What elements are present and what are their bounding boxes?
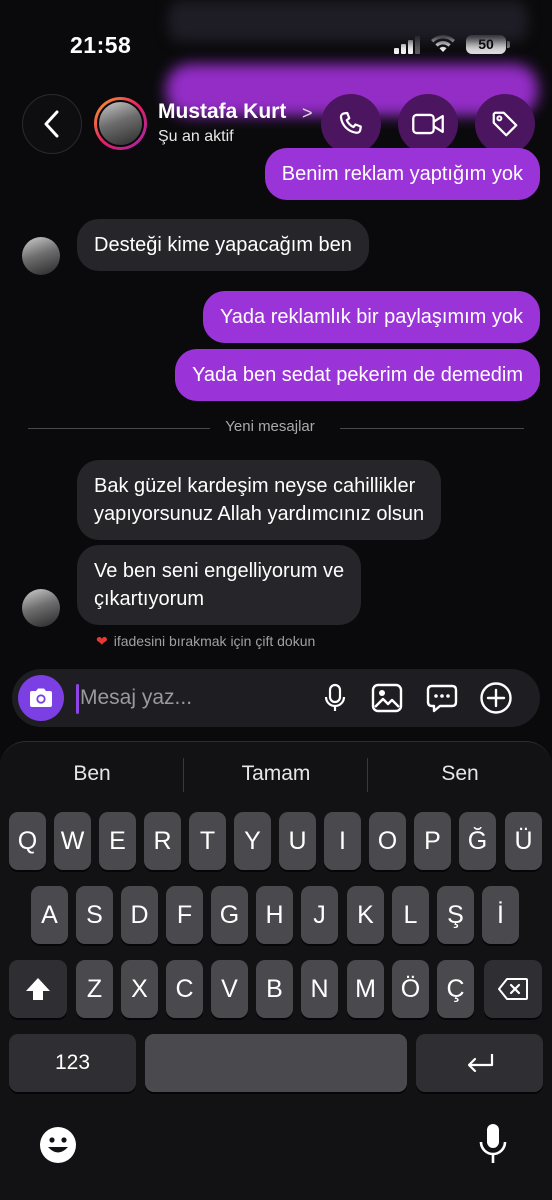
- heart-icon: ❤: [96, 633, 108, 649]
- microphone-icon: [479, 1124, 507, 1163]
- message-incoming[interactable]: Ve ben seni engelliyorum ve çıkartıyorum: [77, 545, 362, 625]
- key[interactable]: J: [301, 886, 338, 944]
- video-call-button[interactable]: [398, 94, 458, 154]
- key[interactable]: Ü: [505, 812, 542, 870]
- key[interactable]: P: [414, 812, 451, 870]
- key[interactable]: K: [347, 886, 384, 944]
- space-key[interactable]: [145, 1034, 407, 1092]
- status-time: 21:58: [70, 32, 132, 58]
- key[interactable]: Ğ: [459, 812, 496, 870]
- divider-line-left: [28, 428, 210, 429]
- suggestion-2[interactable]: Tamam: [196, 762, 356, 786]
- key[interactable]: D: [121, 886, 158, 944]
- reaction-hint: ❤ ifadesini bırakmak için çift dokun: [96, 633, 315, 650]
- blurred-previous-content: [168, 0, 528, 42]
- return-key[interactable]: [416, 1034, 543, 1092]
- contact-avatar[interactable]: [94, 97, 147, 150]
- key[interactable]: Q: [9, 812, 46, 870]
- chevron-right-icon: >: [302, 103, 313, 123]
- key[interactable]: R: [144, 812, 181, 870]
- message-outgoing[interactable]: Yada ben sedat pekerim de demedim: [175, 349, 540, 401]
- key[interactable]: M: [347, 960, 384, 1018]
- key[interactable]: Y: [234, 812, 271, 870]
- delete-key[interactable]: [484, 960, 542, 1018]
- key[interactable]: İ: [482, 886, 519, 944]
- shift-key[interactable]: [9, 960, 67, 1018]
- key[interactable]: Ç: [437, 960, 474, 1018]
- microphone-icon: [324, 683, 346, 711]
- sender-avatar[interactable]: [22, 237, 60, 275]
- sticker-button[interactable]: [424, 680, 460, 716]
- chat-bubble-icon: [426, 684, 458, 713]
- key[interactable]: V: [211, 960, 248, 1018]
- message-incoming[interactable]: Desteği kime yapacağım ben: [77, 219, 369, 271]
- text-cursor: [76, 684, 79, 714]
- key[interactable]: U: [279, 812, 316, 870]
- contact-status: Şu an aktif: [158, 128, 234, 145]
- suggestion-separator: [367, 758, 368, 792]
- camera-icon: [30, 688, 52, 707]
- new-messages-divider: Yeni mesajlar: [225, 418, 315, 435]
- key[interactable]: N: [301, 960, 338, 1018]
- phone-icon: [339, 111, 362, 134]
- suggestion-3[interactable]: Sen: [380, 762, 540, 786]
- key[interactable]: T: [189, 812, 226, 870]
- back-button[interactable]: [22, 94, 82, 154]
- microphone-button[interactable]: [317, 680, 353, 716]
- key[interactable]: Ö: [392, 960, 429, 1018]
- message-outgoing[interactable]: Benim reklam yaptığım yok: [264, 148, 540, 200]
- message-line: çıkartıyorum: [94, 588, 205, 610]
- tag-button[interactable]: [475, 94, 535, 154]
- contact-name[interactable]: Mustafa Kurt: [158, 100, 286, 124]
- message-line: Ve ben seni engelliyorum ve: [94, 560, 345, 582]
- suggestion-1[interactable]: Ben: [12, 762, 172, 786]
- key[interactable]: I: [324, 812, 361, 870]
- suggestion-separator: [183, 758, 184, 792]
- key[interactable]: B: [256, 960, 293, 1018]
- image-icon: [371, 683, 403, 713]
- reaction-hint-text: ifadesini bırakmak için çift dokun: [113, 633, 316, 649]
- message-line: yapıyorsunuz Allah yardımcınız olsun: [94, 503, 425, 525]
- key[interactable]: A: [31, 886, 68, 944]
- return-icon: [467, 1054, 493, 1073]
- add-button[interactable]: [478, 680, 514, 716]
- message-incoming[interactable]: Bak güzel kardeşim neyse cahillikler yap…: [77, 460, 442, 540]
- sender-avatar[interactable]: [22, 589, 60, 627]
- emoji-icon: [40, 1127, 76, 1163]
- key[interactable]: S: [76, 886, 113, 944]
- key[interactable]: E: [99, 812, 136, 870]
- key[interactable]: H: [256, 886, 293, 944]
- backspace-icon: [498, 978, 528, 1000]
- key[interactable]: W: [54, 812, 91, 870]
- key[interactable]: C: [166, 960, 203, 1018]
- dictation-button[interactable]: [478, 1122, 508, 1166]
- gallery-button[interactable]: [369, 680, 405, 716]
- video-camera-icon: [412, 113, 444, 135]
- shift-icon: [26, 978, 50, 1000]
- emoji-button[interactable]: [38, 1125, 78, 1165]
- key[interactable]: Z: [76, 960, 113, 1018]
- key[interactable]: L: [392, 886, 429, 944]
- key[interactable]: F: [166, 886, 203, 944]
- chevron-left-icon: [44, 110, 59, 138]
- key[interactable]: O: [369, 812, 406, 870]
- camera-button[interactable]: [18, 675, 64, 721]
- voice-call-button[interactable]: [321, 94, 381, 154]
- message-outgoing[interactable]: Yada reklamlık bir paylaşımım yok: [202, 291, 540, 343]
- message-input[interactable]: [80, 680, 310, 716]
- numbers-key[interactable]: 123: [9, 1034, 136, 1092]
- tag-icon: [492, 111, 518, 137]
- key[interactable]: G: [211, 886, 248, 944]
- key[interactable]: X: [121, 960, 158, 1018]
- key[interactable]: Ş: [437, 886, 474, 944]
- divider-line-right: [340, 428, 524, 429]
- message-line: Bak güzel kardeşim neyse cahillikler: [94, 475, 416, 497]
- plus-circle-icon: [480, 682, 512, 714]
